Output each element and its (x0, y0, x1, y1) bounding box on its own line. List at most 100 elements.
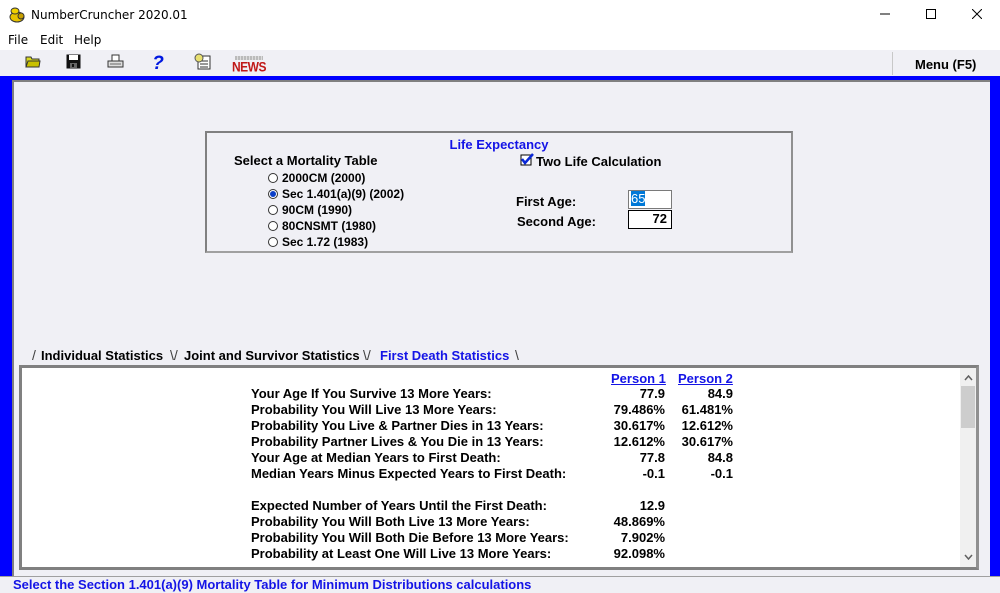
open-folder-icon (25, 55, 41, 73)
menu-help[interactable]: Help (74, 33, 101, 47)
stat-row: Probability You Live & Partner Dies in 1… (251, 418, 751, 434)
second-age-input[interactable]: 72 (628, 210, 672, 229)
person-1-value: 77.8 (639, 450, 665, 465)
tab-divider: \ (515, 347, 519, 363)
scroll-up-button[interactable] (960, 370, 976, 386)
maximize-button[interactable] (908, 0, 954, 30)
scroll-thumb[interactable] (961, 386, 975, 428)
close-button[interactable] (954, 0, 1000, 30)
radio-button-selected[interactable] (268, 189, 278, 199)
stat-label: Expected Number of Years Until the First… (251, 498, 547, 513)
second-age-label: Second Age: (517, 214, 596, 229)
status-bar: Select the Section 1.401(a)(9) Mortality… (0, 576, 1000, 593)
joint-stat-row: Expected Number of Years Until the First… (251, 498, 751, 514)
radio-label: 80CNSMT (1980) (282, 219, 377, 233)
mortality-option-2000cm[interactable]: 2000CM (2000) (268, 171, 365, 185)
person-2-value: 61.481% (681, 402, 733, 417)
tab-divider: \/ (363, 347, 371, 363)
stat-label: Probability You Will Both Live 13 More Y… (251, 514, 530, 529)
print-icon (107, 54, 124, 74)
radio-button[interactable] (268, 237, 278, 247)
mortality-option-80cnsmt[interactable]: 80CNSMT (1980) (268, 219, 376, 233)
checkbox-checked-icon[interactable] (520, 153, 534, 169)
two-life-label: Two Life Calculation (536, 153, 662, 169)
close-icon (971, 6, 983, 24)
joint-stat-row: Probability You Will Both Live 13 More Y… (251, 514, 751, 530)
radio-label: 2000CM (2000) (282, 171, 366, 185)
stat-row: Probability Partner Lives & You Die in 1… (251, 434, 751, 450)
notes-button[interactable] (191, 53, 213, 75)
stat-label: Median Years Minus Expected Years to Fir… (251, 466, 567, 481)
joint-value: 7.902% (620, 530, 665, 545)
stat-label: Probability You Will Both Die Before 13 … (251, 530, 569, 545)
joint-value: 12.9 (639, 498, 665, 513)
life-expectancy-title: Life Expectancy (449, 137, 549, 152)
person-2-value: -0.1 (710, 466, 733, 481)
title-bar: NumberCruncher 2020.01 (0, 0, 1000, 30)
first-age-input[interactable]: 65 (628, 190, 672, 209)
radio-label: 90CM (1990) (282, 203, 353, 217)
stat-row: Probability You Will Live 13 More Years:… (251, 402, 751, 418)
person-2-header[interactable]: Person 2 (678, 371, 733, 386)
mortality-table-label: Select a Mortality Table (234, 153, 378, 168)
vertical-scrollbar[interactable] (960, 368, 976, 567)
stat-label: Probability at Least One Will Live 13 Mo… (251, 546, 552, 561)
status-text: Select the Section 1.401(a)(9) Mortality… (13, 577, 532, 592)
stat-row: Median Years Minus Expected Years to Fir… (251, 466, 751, 482)
first-age-value: 65 (631, 191, 646, 206)
toolbar-separator (892, 52, 893, 75)
tab-first-death-statistics[interactable]: First Death Statistics (372, 347, 517, 365)
stat-label: Your Age If You Survive 13 More Years: (251, 386, 492, 401)
help-button[interactable]: ? (147, 53, 169, 74)
person-1-value: 77.9 (639, 386, 665, 401)
stat-label: Your Age at Median Years to First Death: (251, 450, 501, 465)
save-disk-icon (66, 54, 81, 74)
tab-individual-statistics[interactable]: Individual Statistics (33, 347, 171, 365)
save-button[interactable] (62, 54, 84, 74)
joint-value: 92.098% (613, 546, 665, 561)
open-button[interactable] (22, 54, 44, 74)
toolbar: ? NEWS Menu (F5) (0, 50, 1000, 77)
person-2-value: 84.9 (707, 386, 733, 401)
tab-joint-survivor-statistics[interactable]: Joint and Survivor Statistics (176, 347, 368, 365)
joint-stat-row: Probability at Least One Will Live 13 Mo… (251, 546, 751, 562)
minimize-button[interactable] (862, 0, 908, 30)
radio-button[interactable] (268, 173, 278, 183)
money-bag-icon (8, 7, 26, 23)
radio-button[interactable] (268, 221, 278, 231)
person-1-value: -0.1 (642, 466, 665, 481)
menu-file[interactable]: File (8, 33, 28, 47)
person-2-value: 12.612% (681, 418, 733, 433)
menu-edit[interactable]: Edit (40, 33, 63, 47)
two-life-checkbox[interactable]: Two Life Calculation (520, 153, 661, 169)
news-button[interactable]: NEWS (232, 54, 267, 74)
first-age-label: First Age: (516, 194, 577, 209)
person-2-value: 30.617% (681, 434, 733, 449)
joint-stat-row: Probability You Will Both Die Before 13 … (251, 530, 751, 546)
person-1-header[interactable]: Person 1 (611, 371, 666, 386)
radio-label: Sec 1.72 (1983) (282, 235, 369, 249)
statistics-content: Person 1 Person 2 Your Age If You Surviv… (19, 365, 979, 570)
stat-row: Your Age at Median Years to First Death:… (251, 450, 751, 466)
notepad-icon (194, 53, 211, 75)
person-1-value: 79.486% (613, 402, 665, 417)
help-question-icon: ? (152, 53, 164, 74)
chevron-down-icon (963, 552, 973, 563)
mortality-option-90cm[interactable]: 90CM (1990) (268, 203, 352, 217)
chevron-up-icon (963, 373, 973, 384)
menu-f5-button[interactable]: Menu (F5) (915, 57, 976, 72)
window-title: NumberCruncher 2020.01 (31, 8, 188, 22)
radio-label: Sec 1.401(a)(9) (2002) (282, 187, 405, 201)
minimize-icon (880, 6, 890, 24)
mortality-option-sec-172[interactable]: Sec 1.72 (1983) (268, 235, 368, 249)
mortality-option-sec-1401[interactable]: Sec 1.401(a)(9) (2002) (268, 187, 404, 201)
life-expectancy-group: Life Expectancy Select a Mortality Table… (205, 131, 793, 253)
stat-row: Your Age If You Survive 13 More Years: 7… (251, 386, 751, 402)
scroll-down-button[interactable] (960, 549, 976, 565)
maximize-icon (926, 6, 936, 24)
radio-button[interactable] (268, 205, 278, 215)
person-1-value: 12.612% (613, 434, 665, 449)
menu-bar: File Edit Help (0, 30, 1000, 50)
stat-label: Probability You Live & Partner Dies in 1… (251, 418, 544, 433)
print-button[interactable] (104, 54, 126, 74)
